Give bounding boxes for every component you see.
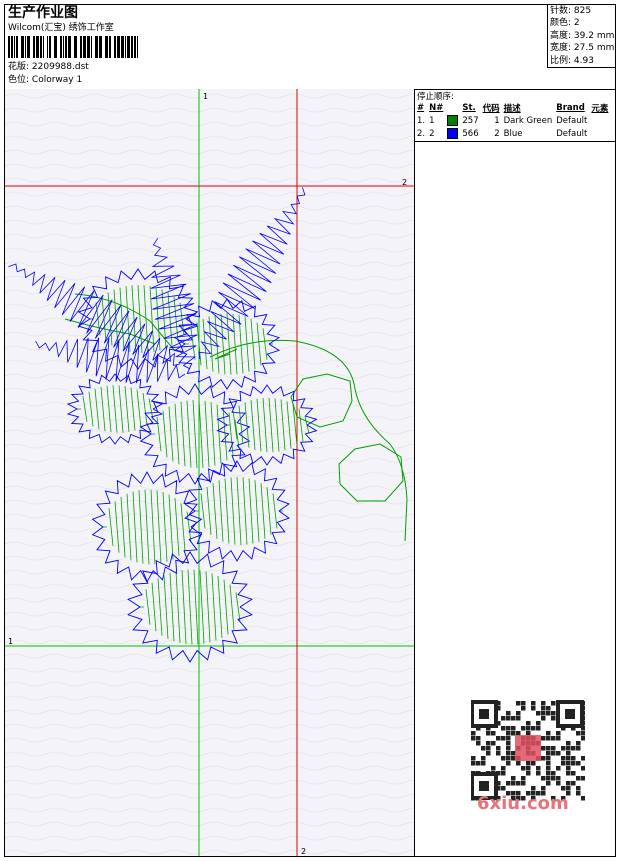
col-index: # [417, 102, 425, 113]
production-worksheet: 生产作业图 Wilcom(汇宝) 绣饰工作室 花版: 2209988.dst 色… [4, 4, 616, 857]
worksheet-header: 生产作业图 Wilcom(汇宝) 绣饰工作室 花版: 2209988.dst 色… [5, 5, 615, 90]
embroidery-canvas: 1 1 2 2 [5, 89, 414, 856]
col-element: 元素 [591, 103, 609, 114]
col-code: 代码 [482, 103, 500, 114]
colorway-label: 色位: [8, 75, 30, 85]
design-file: 2209988.dst [31, 62, 89, 72]
stat-scale: 比例: 4.93 [550, 55, 594, 66]
red-h-label: 2 [402, 178, 407, 187]
design-file-line: 花版: 2209988.dst [8, 62, 89, 73]
col-swatch [445, 101, 460, 114]
design-stats: 针数: 825 颜色: 2 高度: 39.2 mm 宽度: 27.5 mm 比例… [547, 5, 615, 68]
design-preview[interactable]: 1 1 2 2 [5, 89, 415, 856]
stat-colors: 颜色: 2 [550, 18, 580, 29]
green-h-label: 1 [8, 637, 13, 646]
stat-stitches: 针数: 825 [550, 6, 592, 16]
table-row[interactable]: 1. 1 257 1 Dark Green Default [415, 114, 610, 127]
stop-sequence-table: # N# St. 代码 描述 Brand 元素 1. 1 257 1 Dark … [415, 101, 610, 140]
red-v-label: 2 [301, 847, 306, 856]
color-swatch [447, 128, 459, 139]
colorway-line: 色位: Colorway 1 [8, 75, 82, 86]
table-row[interactable]: 2. 2 566 2 Blue Default [415, 127, 610, 140]
page-title: 生产作业图 [8, 5, 78, 21]
green-v-label: 1 [203, 92, 208, 101]
stat-height: 高度: 39.2 mm [550, 30, 615, 41]
stat-width: 宽度: 27.5 mm [550, 43, 615, 54]
company-name: Wilcom(汇宝) 绣饰工作室 [8, 23, 114, 33]
watermark-text: 6xiu.com [477, 793, 569, 814]
barcode [8, 36, 138, 58]
colorway-value: Colorway 1 [31, 75, 83, 85]
col-n: N# [429, 102, 444, 113]
color-swatch [447, 115, 459, 126]
col-st: St. [462, 102, 476, 113]
col-desc: 描述 [503, 103, 521, 114]
table-header: # N# St. 代码 描述 Brand 元素 [415, 101, 610, 114]
col-brand: Brand [556, 102, 585, 113]
stop-sequence-panel: 停止顺序: # N# St. 代码 描述 Brand 元素 1. 1 257 1… [415, 89, 615, 142]
design-label: 花版: [8, 62, 30, 72]
